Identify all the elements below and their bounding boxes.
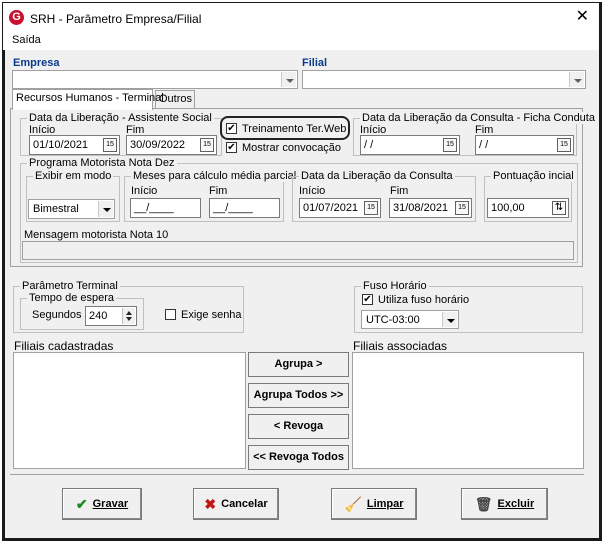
- footer-divider: [10, 474, 584, 475]
- revoga-label: < Revoga: [273, 420, 324, 432]
- filiais-associadas-list[interactable]: [352, 352, 584, 469]
- calculator-icon[interactable]: ⇅: [552, 201, 566, 215]
- segundos-stepper[interactable]: 240: [85, 306, 137, 326]
- assistente-inicio-input[interactable]: 01/10/2021 15: [29, 135, 120, 155]
- calendar-icon[interactable]: 15: [455, 201, 469, 215]
- agrupa-button[interactable]: Agrupa >: [248, 352, 349, 377]
- broom-icon: 🧹: [344, 496, 362, 512]
- meses-fim-input[interactable]: __/____: [209, 198, 280, 218]
- tab-recursos-humanos-label: Recursos Humanos - Terminal: [16, 92, 164, 104]
- exibir-modo-title: Exibir em modo: [33, 170, 114, 182]
- calendar-icon[interactable]: 15: [443, 138, 457, 152]
- ficha-fim-value: / /: [479, 139, 489, 151]
- consulta-title: Data da Liberação da Consulta: [299, 170, 455, 182]
- tab-recursos-humanos[interactable]: Recursos Humanos - Terminal: [12, 89, 164, 110]
- meses-fim-value: __/____: [213, 202, 253, 214]
- filiais-cadastradas-label: Filiais cadastradas: [14, 339, 114, 353]
- utiliza-fuso-checkbox[interactable]: ✔: [362, 294, 373, 305]
- cancelar-button[interactable]: ✖ Cancelar: [193, 488, 279, 520]
- excluir-button[interactable]: 🗑 Excluir: [461, 488, 548, 520]
- filiais-associadas-label: Filiais associadas: [353, 339, 448, 353]
- meses-inicio-input[interactable]: __/____: [130, 198, 201, 218]
- excluir-label: Excluir: [497, 498, 535, 510]
- meses-title: Meses para cálculo média parcial: [131, 170, 299, 182]
- exibir-modo-select[interactable]: Bimestral: [28, 199, 115, 219]
- filial-select[interactable]: [302, 70, 586, 89]
- consulta-fim-label: Fim: [390, 185, 409, 197]
- assistente-fim-input[interactable]: 30/09/2022 15: [126, 135, 217, 155]
- consulta-fim-value: 31/08/2021: [393, 202, 449, 214]
- exige-senha-label: Exige senha: [181, 309, 242, 321]
- window-title: SRH - Parâmetro Empresa/Filial: [30, 12, 202, 26]
- utiliza-fuso-label: Utiliza fuso horário: [378, 294, 470, 306]
- treinamento-label: Treinamento Ter.Web: [242, 123, 347, 135]
- ficha-fim-input[interactable]: / / 15: [475, 135, 574, 155]
- programa-title: Programa Motorista Nota Dez: [27, 157, 177, 169]
- menu-bar: Saída: [3, 31, 599, 50]
- exige-senha-checkbox[interactable]: [165, 309, 176, 320]
- empresa-select[interactable]: [12, 70, 298, 89]
- ficha-conduta-title: Data da Liberação da Consulta - Ficha Co…: [360, 112, 597, 124]
- close-icon[interactable]: ✕: [576, 8, 589, 26]
- empresa-label: Empresa: [13, 57, 60, 69]
- calendar-icon[interactable]: 15: [200, 138, 214, 152]
- fuso-horario-title: Fuso Horário: [361, 280, 429, 292]
- pontuacao-value: 100,00: [491, 202, 525, 214]
- consulta-inicio-value: 01/07/2021: [303, 202, 359, 214]
- meses-inicio-label: Início: [131, 185, 158, 197]
- mensagem-label: Mensagem motorista Nota 10: [24, 229, 169, 241]
- tempo-espera-title: Tempo de espera: [27, 292, 116, 304]
- gravar-label: Gravar: [92, 498, 129, 510]
- pontuacao-input[interactable]: 100,00 ⇅: [487, 198, 569, 218]
- cancelar-label: Cancelar: [221, 498, 268, 510]
- title-bar: G SRH - Parâmetro Empresa/Filial ✕: [3, 3, 599, 31]
- chevron-down-icon[interactable]: [98, 201, 113, 217]
- consulta-inicio-label: Início: [299, 185, 326, 197]
- pontuacao-title: Pontuação incial: [491, 170, 576, 182]
- revoga-button[interactable]: < Revoga: [248, 414, 349, 439]
- revoga-todos-label: << Revoga Todos: [253, 451, 344, 463]
- fuso-select[interactable]: UTC-03:00: [361, 310, 459, 329]
- meses-fim-label: Fim: [209, 185, 228, 197]
- treinamento-checkbox[interactable]: ✔: [226, 123, 237, 134]
- consulta-inicio-input[interactable]: 01/07/2021 15: [299, 198, 381, 218]
- app-logo-icon: G: [9, 10, 24, 25]
- assistente-fim-value: 30/09/2022: [130, 139, 186, 151]
- calendar-icon[interactable]: 15: [364, 201, 378, 215]
- calendar-icon[interactable]: 15: [103, 138, 117, 152]
- chevron-down-icon[interactable]: [569, 72, 584, 87]
- exibir-modo-value: Bimestral: [33, 203, 79, 215]
- segundos-value: 240: [89, 310, 108, 322]
- parametro-terminal-title: Parâmetro Terminal: [20, 280, 120, 292]
- segundos-label: Segundos: [32, 309, 82, 321]
- calendar-icon[interactable]: 15: [557, 138, 571, 152]
- ficha-inicio-value: / /: [364, 139, 374, 151]
- meses-inicio-value: __/____: [134, 202, 174, 214]
- revoga-todos-button[interactable]: << Revoga Todos: [248, 445, 349, 470]
- mensagem-input[interactable]: [22, 241, 574, 260]
- checkmark-icon: ✔: [75, 496, 88, 512]
- mostrar-convocacao-checkbox[interactable]: ✔: [226, 142, 237, 153]
- assistente-social-title: Data da Liberação - Assistente Social: [27, 112, 214, 124]
- filial-label: Filial: [302, 57, 328, 69]
- agrupa-todos-label: Agrupa Todos >>: [253, 389, 344, 401]
- chevron-down-icon[interactable]: [442, 312, 457, 327]
- trash-icon: 🗑: [474, 496, 493, 512]
- tab-outros-label: Outros: [159, 93, 193, 105]
- assistente-inicio-value: 01/10/2021: [33, 139, 89, 151]
- limpar-label: Limpar: [366, 498, 404, 510]
- agrupa-todos-button[interactable]: Agrupa Todos >>: [248, 383, 349, 408]
- gravar-button[interactable]: ✔ Gravar: [62, 488, 142, 520]
- spin-arrows-icon[interactable]: [122, 308, 135, 324]
- filiais-cadastradas-list[interactable]: [13, 352, 246, 469]
- mostrar-convocacao-label: Mostrar convocação: [242, 142, 342, 154]
- menu-saida[interactable]: Saída: [12, 34, 41, 46]
- limpar-button[interactable]: 🧹 Limpar: [331, 488, 417, 520]
- cross-icon: ✖: [204, 496, 217, 512]
- consulta-fim-input[interactable]: 31/08/2021 15: [389, 198, 472, 218]
- fuso-value: UTC-03:00: [366, 314, 420, 326]
- ficha-inicio-input[interactable]: / / 15: [360, 135, 460, 155]
- chevron-down-icon[interactable]: [281, 72, 296, 87]
- agrupa-label: Agrupa >: [274, 358, 323, 370]
